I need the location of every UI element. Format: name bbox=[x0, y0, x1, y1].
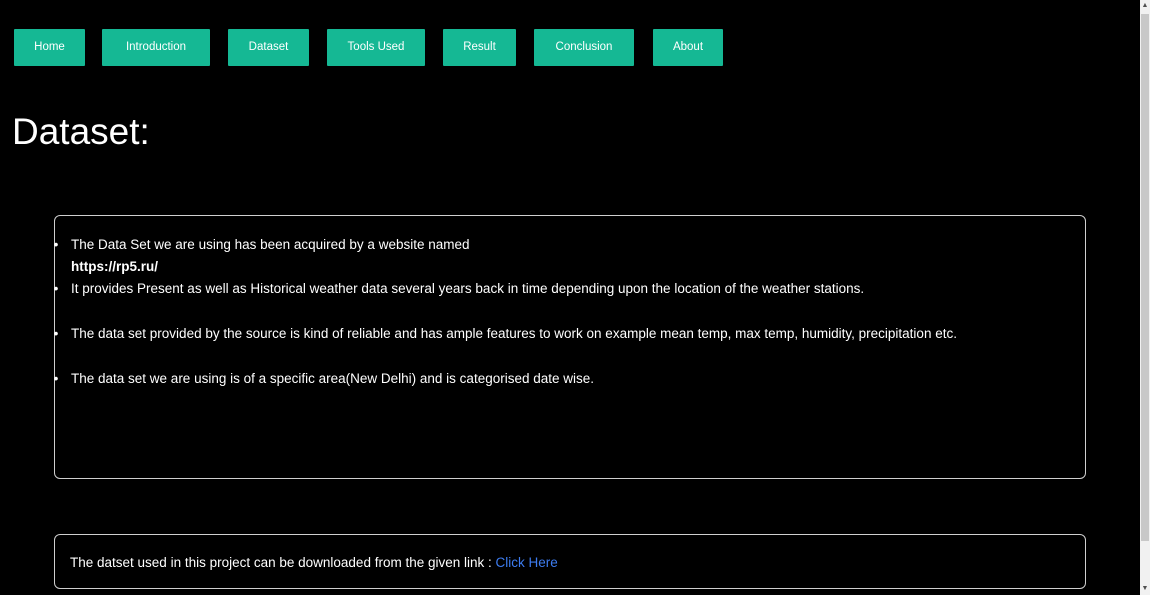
bullet-item-source: • The Data Set we are using has been acq… bbox=[51, 234, 1071, 278]
bullet-icon: • bbox=[53, 326, 59, 341]
bullet-item-history: • It provides Present as well as Histori… bbox=[51, 278, 1071, 300]
chevron-up-icon[interactable]: ▲ bbox=[1140, 0, 1150, 12]
bullet-text: The data set we are using is of a specif… bbox=[71, 371, 595, 386]
vertical-scrollbar[interactable]: ▲ ▼ bbox=[1140, 0, 1150, 595]
dataset-info-panel: • The Data Set we are using has been acq… bbox=[54, 215, 1086, 479]
dataset-bullet-list: • The Data Set we are using has been acq… bbox=[51, 234, 1071, 390]
page: Home Introduction Dataset Tools Used Res… bbox=[0, 0, 1150, 595]
bullet-item-reliability: • The data set provided by the source is… bbox=[51, 323, 1071, 345]
bullet-icon: • bbox=[53, 237, 59, 252]
click-here-link[interactable]: Click Here bbox=[496, 555, 558, 570]
page-title: Dataset: bbox=[12, 111, 150, 152]
chevron-down-icon[interactable]: ▼ bbox=[1140, 583, 1150, 595]
nav-conclusion-button[interactable]: Conclusion bbox=[534, 29, 634, 66]
nav-result-button[interactable]: Result bbox=[443, 29, 516, 66]
download-panel: The datset used in this project can be d… bbox=[54, 534, 1086, 589]
bullet-text: It provides Present as well as Historica… bbox=[71, 281, 865, 296]
nav-introduction-button[interactable]: Introduction bbox=[102, 29, 210, 66]
nav-about-button[interactable]: About bbox=[653, 29, 723, 66]
bullet-icon: • bbox=[53, 281, 59, 296]
bullet-text: The data set provided by the source is k… bbox=[71, 326, 957, 341]
nav-dataset-button[interactable]: Dataset bbox=[228, 29, 309, 66]
download-message: The datset used in this project can be d… bbox=[70, 552, 558, 574]
bullet-text: The Data Set we are using has been acqui… bbox=[71, 237, 470, 252]
source-url: https://rp5.ru/ bbox=[71, 259, 158, 274]
nav-tools-used-button[interactable]: Tools Used bbox=[327, 29, 425, 66]
download-text: The datset used in this project can be d… bbox=[70, 555, 496, 570]
bullet-icon: • bbox=[53, 371, 59, 386]
scrollbar-thumb[interactable] bbox=[1141, 14, 1149, 541]
bullet-item-area: • The data set we are using is of a spec… bbox=[51, 368, 1071, 390]
nav-home-button[interactable]: Home bbox=[14, 29, 85, 66]
